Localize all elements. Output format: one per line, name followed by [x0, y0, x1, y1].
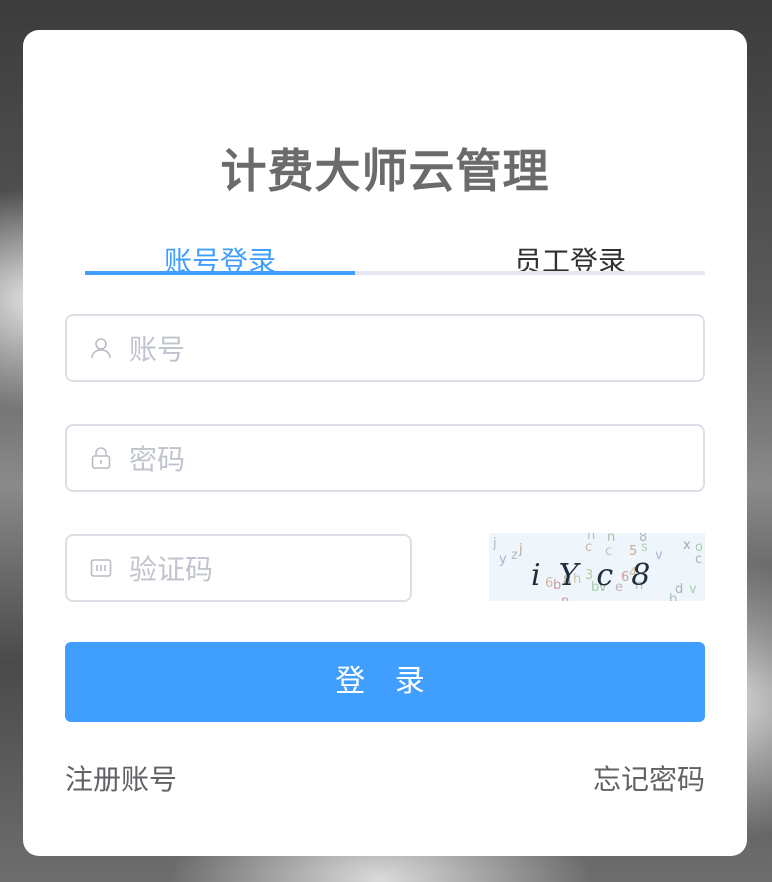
- captcha-image[interactable]: j y z j n n 8 c c 5 s x o c v 6 b 8 h 3: [489, 533, 705, 601]
- svg-text:v: v: [689, 582, 697, 597]
- captcha-code-icon: [89, 556, 113, 580]
- lock-icon: [89, 446, 113, 470]
- captcha-field: [65, 534, 412, 602]
- svg-text:j: j: [492, 536, 497, 551]
- captcha-input[interactable]: [127, 536, 394, 602]
- password-input[interactable]: [127, 426, 687, 492]
- svg-text:n: n: [561, 594, 569, 601]
- svg-text:x: x: [683, 538, 691, 553]
- user-icon: [89, 336, 113, 360]
- account-field: [65, 314, 705, 382]
- svg-text:s: s: [641, 540, 648, 555]
- forgot-password-link[interactable]: 忘记密码: [593, 758, 705, 798]
- login-card: 计费大师云管理 账号登录 员工登录 账号 验证码 j y z j n n 8 c…: [23, 30, 747, 856]
- svg-text:5: 5: [629, 544, 637, 559]
- svg-text:z: z: [511, 548, 518, 563]
- svg-text:y: y: [499, 552, 507, 567]
- svg-text:j: j: [518, 542, 523, 557]
- page-title: 计费大师云管理: [220, 144, 550, 198]
- password-field: [65, 424, 705, 492]
- svg-text:c: c: [585, 540, 592, 555]
- svg-text:c: c: [695, 552, 702, 567]
- svg-text:b: b: [669, 592, 677, 601]
- login-button[interactable]: 登 录: [65, 642, 705, 722]
- tab-active-indicator: [85, 271, 355, 275]
- captcha-text: iYc8: [531, 558, 668, 593]
- register-link[interactable]: 注册账号: [65, 758, 177, 798]
- svg-text:c: c: [605, 544, 612, 559]
- account-input[interactable]: [127, 316, 687, 382]
